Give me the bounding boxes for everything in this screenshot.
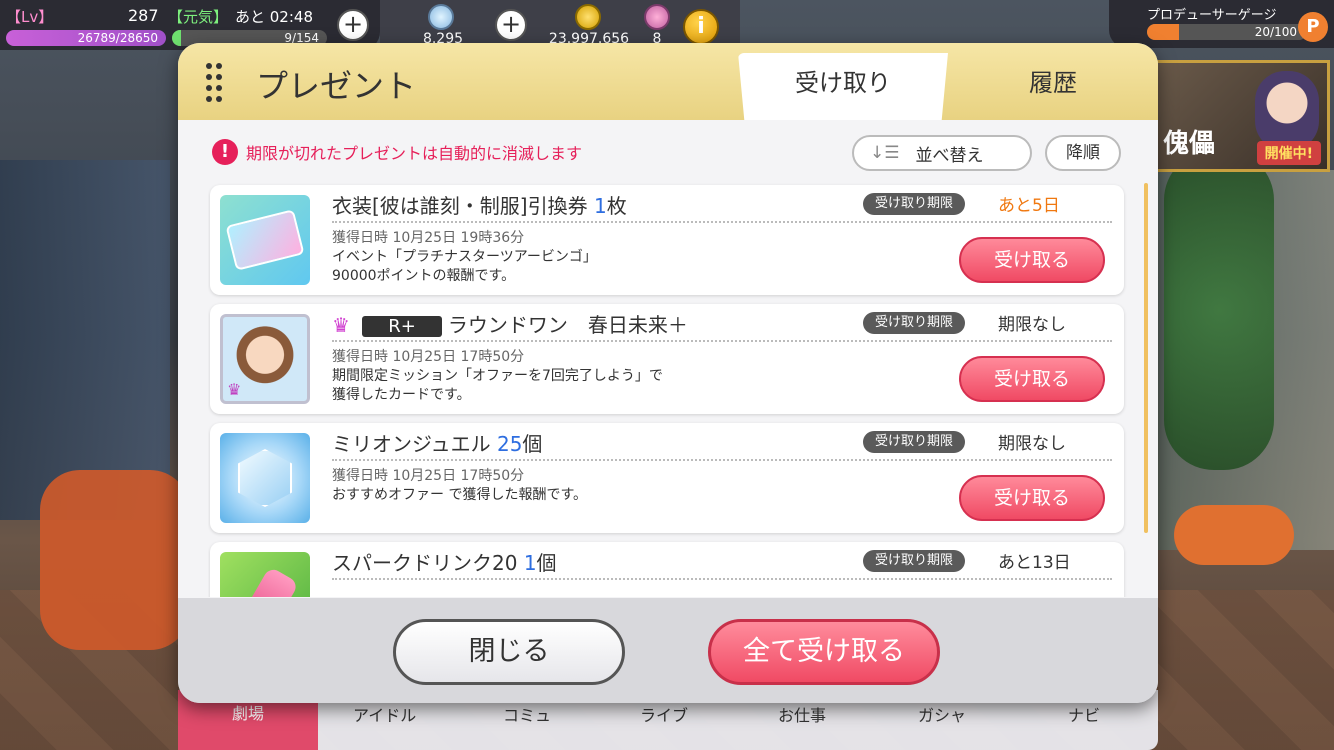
item-description: 獲得日時 10月25日 17時50分 おすすめオファー で獲得した報酬です。 [332,468,588,503]
deadline-badge: 受け取り期限 [863,550,966,572]
deadline-value: 期限なし [998,434,1066,454]
list-item: ♛ ♛ R+ ラウンドワン 春日未来＋ 受け取り期限 期限なし 獲得日時 10月2… [210,304,1124,414]
level-value: 287 [128,6,159,25]
nav-gacha[interactable]: ガシャ [918,702,966,726]
nav-work[interactable]: お仕事 [778,702,826,726]
add-stamina-button[interactable]: + [337,9,369,41]
dialog-footer: 閉じる 全て受け取る [178,598,1158,703]
background-stool [1174,505,1294,565]
stamina-timer: あと 02:48 [235,8,313,26]
level-label: 【Lv】 [6,8,54,26]
deadline-badge: 受け取り期限 [863,193,966,215]
producer-gauge-value: 20/100 [1254,25,1297,39]
divider [332,340,1112,342]
nav-navi[interactable]: ナビ [1068,702,1100,726]
receive-button[interactable]: 受け取る [959,475,1105,521]
spark-drink-icon [220,552,310,597]
deadline-value: 期限なし [998,315,1066,335]
add-jewel-button[interactable]: + [495,9,527,41]
exp-bar: 26789/28650 [6,30,166,46]
event-title: 傀儡 [1163,129,1216,159]
rarity-badge: R+ [362,316,442,337]
drag-handle-icon [206,63,226,103]
tab-history[interactable]: 履歴 [958,53,1148,120]
divider [332,221,1112,223]
receive-all-button[interactable]: 全て受け取る [708,619,940,685]
background-shelf [0,160,170,520]
item-description: 獲得日時 10月25日 17時50分 期間限定ミッション「オファーを7回完了しよ… [332,349,663,403]
item-description: 獲得日時 10月25日 19時36分 イベント「プラチナスターツアービンゴ」 9… [332,230,597,284]
receive-button[interactable]: 受け取る [959,356,1105,402]
alert-icon: ! [212,139,238,165]
nav-live[interactable]: ライブ [640,702,688,726]
item-ticket-icon [644,4,670,30]
event-banner[interactable]: 傀儡 開催中! [1152,60,1330,172]
nav-commu[interactable]: コミュ [503,702,551,726]
producer-gauge-label: プロデューサーゲージ [1147,8,1277,23]
dialog-title: プレゼント [256,67,417,105]
info-button[interactable]: i [683,9,719,45]
present-list[interactable]: 衣装[彼は誰刻・制服]引換券 1枚 受け取り期限 あと5日 獲得日時 10月25… [208,183,1150,597]
money-icon [575,4,601,30]
producer-p-icon: P [1298,12,1328,42]
divider [332,459,1112,461]
deadline-value: あと5日 [998,196,1060,216]
producer-gauge-fill [1147,24,1179,40]
item-name: 衣装[彼は誰刻・制服]引換券 1枚 [332,194,627,218]
nav-idol[interactable]: アイドル [353,702,416,726]
deadline-badge: 受け取り期限 [863,431,966,453]
background-plant [1164,150,1274,470]
item-name: スパークドリンク20 1個 [332,551,557,575]
idol-card-thumbnail: ♛ [220,314,310,404]
dialog-header: プレゼント 受け取り 履歴 [178,43,1158,120]
crown-icon: ♛ [332,313,350,337]
order-toggle-button[interactable]: 降順 [1045,135,1121,171]
producer-gauge: プロデューサーゲージ 20/100 P [1109,0,1334,48]
background-chair [40,470,190,650]
crown-icon: ♛ [227,380,242,399]
deadline-value: あと13日 [998,553,1071,573]
list-item: 衣装[彼は誰刻・制服]引換券 1枚 受け取り期限 あと5日 獲得日時 10月25… [210,185,1124,295]
deadline-badge: 受け取り期限 [863,312,966,334]
sort-label: 並べ替え [915,145,984,166]
list-item: ミリオンジュエル 25個 受け取り期限 期限なし 獲得日時 10月25日 17時… [210,423,1124,533]
stamina-label: 【元気】 [168,8,229,26]
sort-icon: ↓☰ [870,143,900,163]
present-dialog: プレゼント 受け取り 履歴 ! 期限が切れたプレゼントは自動的に消滅します ↓☰… [178,43,1158,703]
tab-receive[interactable]: 受け取り [738,53,948,120]
item-name: ♛ R+ ラウンドワン 春日未来＋ [332,313,688,337]
close-button[interactable]: 閉じる [393,619,625,685]
expiry-warning-text: 期限が切れたプレゼントは自動的に消滅します [246,144,583,163]
event-idol-image [1255,71,1319,151]
divider [332,578,1112,580]
jewel-icon [428,4,454,30]
list-scrollbar[interactable] [1144,183,1148,533]
receive-button[interactable]: 受け取る [959,237,1105,283]
list-item: スパークドリンク20 1個 受け取り期限 あと13日 [210,542,1124,597]
item-name: ミリオンジュエル 25個 [332,432,543,456]
million-jewel-icon [220,433,310,523]
sort-button[interactable]: ↓☰ 並べ替え [852,135,1032,171]
expiry-warning: ! 期限が切れたプレゼントは自動的に消滅します [212,139,582,165]
costume-ticket-icon [220,195,310,285]
event-live-badge: 開催中! [1256,141,1321,165]
exp-value: 26789/28650 [77,31,158,45]
producer-gauge-bar: 20/100 [1147,24,1307,40]
